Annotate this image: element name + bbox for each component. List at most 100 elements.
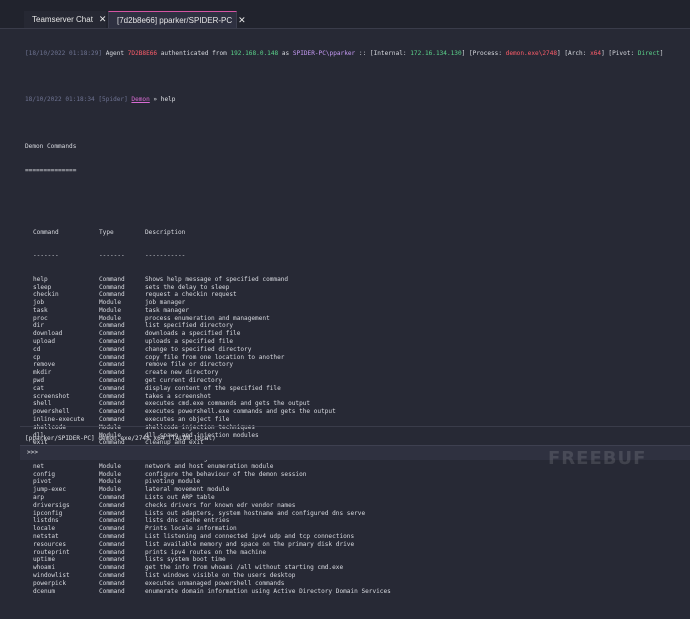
table-header-rule: ------- ------- ----------- — [33, 252, 685, 260]
text: ] — [659, 49, 664, 57]
row-description: enumerate domain information using Activ… — [145, 587, 391, 595]
row-command: help — [33, 275, 48, 283]
pivot: Direct — [637, 49, 660, 57]
table-row: uptime Command lists system boot time — [33, 556, 685, 564]
table-row: ipconfig Command Lists out adapters, syste… — [33, 510, 685, 518]
command-input-line: 18/10/2022 01:18:34 [5pider] Demon » hel… — [25, 96, 685, 104]
table-row: shell Command executes cmd.exe commands an… — [33, 400, 685, 408]
row-description: remove file or directory — [145, 361, 234, 369]
row-type: Command — [99, 494, 125, 502]
table-row: arp Command Lists out ARP table — [33, 494, 685, 502]
row-command: cd — [33, 345, 41, 353]
row-type: Command — [99, 353, 125, 361]
row-command: dir — [33, 322, 45, 330]
table-row: pwd Command get current directory — [33, 377, 685, 385]
row-description: network and host enumeration module — [145, 462, 274, 470]
table-row: download Command downloads a specified fil… — [33, 330, 685, 338]
row-description: configure the behaviour of the demon ses… — [145, 470, 307, 478]
text: ] [Arch: — [557, 49, 591, 57]
row-command: whoami — [33, 564, 56, 572]
row-command: arp — [33, 494, 45, 502]
table-row: cat Command display content of the specifi… — [33, 385, 685, 393]
table-row: driversigs Command checks drivers for know… — [33, 502, 685, 510]
table-row: jump-exec Module lateral movement module — [33, 486, 685, 494]
internal-ip: 172.16.134.130 — [410, 49, 462, 57]
row-type: Command — [99, 283, 125, 291]
row-type: Module — [99, 423, 122, 431]
row-command: job — [33, 299, 45, 307]
row-command: sleep — [33, 283, 52, 291]
table-row: help Command Shows help message of specifi… — [33, 276, 685, 284]
tab-bar: Teamserver Chat ✕ [7d2b8e66] pparker/SPI… — [0, 0, 690, 29]
table-row: resources Command list available memory an… — [33, 541, 685, 549]
row-command: windowlist — [33, 571, 70, 579]
row-command: uptime — [33, 556, 56, 564]
process-name: demon.exe\2748 — [505, 49, 558, 57]
table-row: dcenum Command enumerate domain informatio… — [33, 588, 685, 596]
row-command: mkdir — [33, 369, 52, 377]
table-row: job Module job manager — [33, 299, 685, 307]
row-command: ipconfig — [33, 509, 63, 517]
row-description: executes cmd.exe commands and gets the o… — [145, 400, 311, 408]
close-icon[interactable]: ✕ — [99, 15, 107, 24]
commands-table: Command Type Description ------- -------… — [33, 213, 685, 611]
tab-teamserver-chat[interactable]: Teamserver Chat ✕ — [24, 11, 106, 28]
row-description: list specified directory — [145, 322, 234, 330]
input-prompt: >>> — [27, 449, 39, 456]
row-command: net — [33, 462, 45, 470]
row-description: Lists out adapters, system hostname and … — [145, 509, 366, 517]
row-command: checkin — [33, 291, 59, 299]
row-type: Command — [99, 330, 125, 338]
row-type: Command — [99, 291, 125, 299]
timestamp: [18/10/2022 01:18:29] — [25, 49, 103, 57]
table-row: routeprint Command prints ipv4 routes on t… — [33, 549, 685, 557]
row-command: netstat — [33, 533, 59, 540]
row-command: config — [33, 470, 56, 478]
tab-label: [7d2b8e66] pparker/SPIDER-PC — [117, 15, 233, 25]
row-description: lists dns cache entries — [145, 517, 230, 525]
row-type: Command — [99, 408, 125, 416]
row-command: resources — [33, 540, 67, 548]
row-type: Command — [99, 384, 125, 392]
tab-agent-session[interactable]: [7d2b8e66] pparker/SPIDER-PC ✕ — [108, 11, 246, 28]
row-type: Command — [99, 416, 125, 424]
table-row: pivot Module pivoting module — [33, 478, 685, 486]
agent-name: Demon — [131, 96, 150, 104]
row-command: jump-exec — [33, 486, 67, 494]
row-description: checks drivers for known edr vendor name… — [145, 501, 296, 509]
close-icon[interactable]: ✕ — [238, 15, 246, 25]
table-row: inline-execute Command executes an object … — [33, 416, 685, 424]
row-description: List listening and connected ipv4 udp an… — [145, 533, 355, 540]
row-type: Command — [99, 556, 125, 564]
row-description: process enumeration and management — [145, 314, 270, 322]
row-command: driversigs — [33, 501, 70, 509]
header-rule: ----------- — [145, 252, 186, 260]
agent-auth-line: [18/10/2022 01:18:29] Agent 7D2B8E66 aut… — [25, 50, 685, 58]
row-type: Module — [99, 470, 122, 478]
row-type: Command — [99, 361, 125, 369]
row-description: copy file from one location to another — [145, 353, 285, 361]
row-type: Module — [99, 478, 122, 486]
row-description: executes unmanaged powershell commands — [145, 579, 285, 587]
row-type: Module — [99, 306, 122, 314]
table-row: locale Command Prints locale information — [33, 525, 685, 533]
row-description: downloads a specified file — [145, 330, 241, 338]
row-description: Lists out ARP table — [145, 494, 215, 502]
header-rule: ------- — [33, 252, 59, 260]
row-command: upload — [33, 338, 56, 346]
row-description: shellcode injection techniques — [145, 423, 256, 431]
row-command: shellcode — [33, 423, 67, 431]
table-row: shellcode Module shellcode injection techn… — [33, 424, 685, 432]
row-description: request a checkin request — [145, 291, 237, 299]
row-command: proc — [33, 314, 48, 322]
row-type: Module — [99, 299, 122, 307]
row-description: prints ipv4 routes on the machine — [145, 548, 267, 556]
header-type: Type — [99, 228, 114, 236]
header-description: Description — [145, 228, 186, 236]
row-type: Command — [99, 517, 125, 525]
row-command: pivot — [33, 478, 52, 486]
help-title-underline: ============== — [25, 166, 77, 174]
row-description: lists system boot time — [145, 556, 226, 564]
